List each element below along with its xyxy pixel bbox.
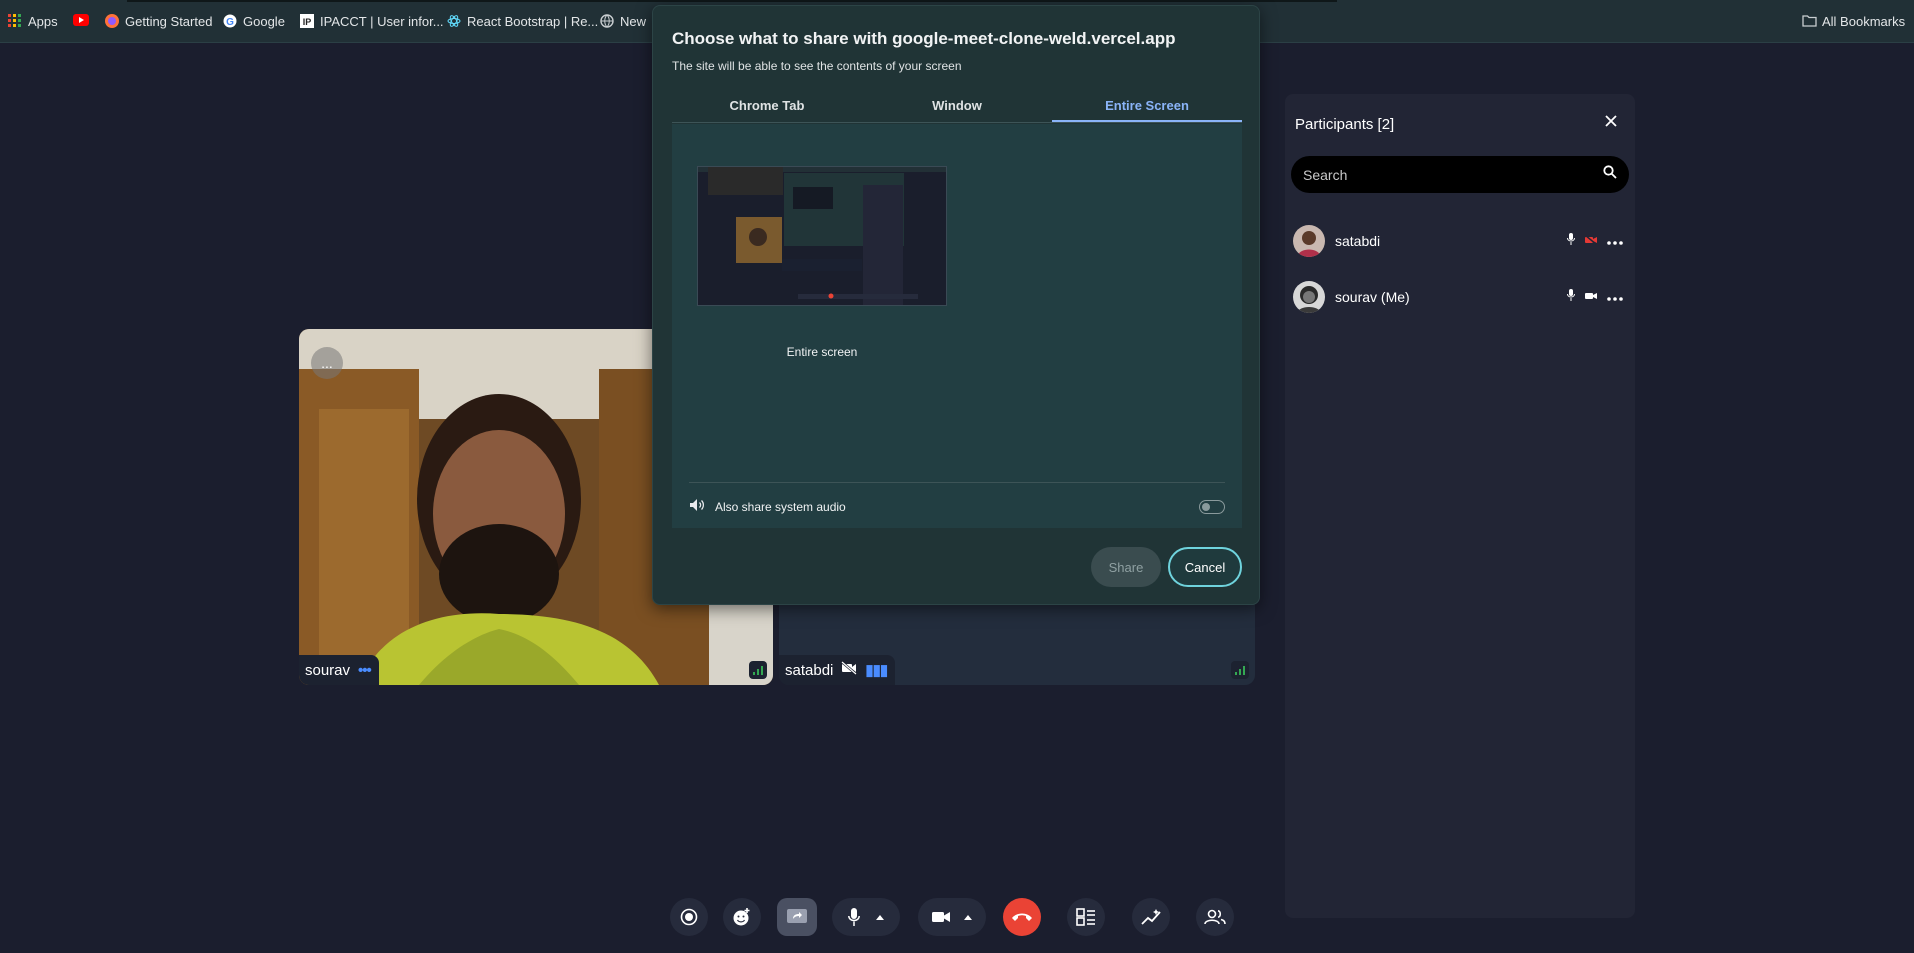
camera-control[interactable] xyxy=(918,898,986,936)
tile-options-label: ... xyxy=(321,355,333,371)
name-tag: satabdi ▮▮▮ xyxy=(779,655,896,685)
sparkle-trend-icon xyxy=(1141,909,1161,925)
end-call-icon xyxy=(1012,913,1032,921)
record-icon xyxy=(680,908,698,926)
reactions-button[interactable] xyxy=(723,898,761,936)
bookmark-label: New xyxy=(620,13,647,29)
participant-search xyxy=(1291,156,1629,193)
search-icon[interactable] xyxy=(1603,165,1617,184)
speaking-indicator-icon: ••• xyxy=(358,661,372,679)
microphone-icon xyxy=(848,908,860,926)
bookmark-label: IPACCT | User infor... xyxy=(320,13,444,29)
participant-name: satabdi xyxy=(1335,233,1381,249)
participant-name: sourav (Me) xyxy=(1335,289,1410,305)
divider xyxy=(689,482,1225,483)
tab-chrome-tab[interactable]: Chrome Tab xyxy=(672,90,862,122)
screen-preview xyxy=(698,167,946,305)
ip-icon: IP xyxy=(300,14,314,28)
camera-off-icon xyxy=(841,661,858,679)
signal-strength-icon xyxy=(1231,661,1249,679)
participant-name: satabdi xyxy=(785,661,834,679)
signal-strength-icon xyxy=(749,661,767,679)
avatar xyxy=(1293,225,1325,257)
people-icon xyxy=(1204,909,1226,925)
tile-options-button[interactable]: ... xyxy=(311,347,343,379)
camera-off-icon[interactable] xyxy=(1584,232,1598,250)
dialog-subtitle: The site will be able to see the content… xyxy=(672,59,962,73)
share-source-list: Entire screen Also share system audio xyxy=(672,124,1242,528)
bookmark-apps[interactable]: Apps xyxy=(8,11,58,31)
participants-panel: Participants [2] satabdi sour xyxy=(1285,94,1635,918)
search-input[interactable] xyxy=(1303,166,1603,183)
participant-row-sourav: sourav (Me) xyxy=(1293,280,1623,314)
bookmark-label: React Bootstrap | Re... xyxy=(467,13,599,29)
bookmark-label: Google xyxy=(243,13,285,29)
speaking-indicator-icon: ▮▮▮ xyxy=(865,662,888,679)
system-audio-row: Also share system audio xyxy=(689,492,1225,522)
name-tag: sourav ••• xyxy=(299,655,379,685)
share-button[interactable]: Share xyxy=(1091,547,1161,587)
microphone-icon[interactable] xyxy=(1567,288,1575,306)
bookmark-label: Apps xyxy=(28,13,58,29)
end-call-button[interactable] xyxy=(1003,898,1041,936)
close-icon[interactable] xyxy=(1605,114,1617,132)
camera-icon xyxy=(932,912,950,922)
emoji-add-icon xyxy=(733,908,750,926)
speaker-icon xyxy=(689,498,705,517)
effects-button[interactable] xyxy=(1132,898,1170,936)
microphone-control[interactable] xyxy=(832,898,900,936)
participants-button[interactable] xyxy=(1196,898,1234,936)
dialog-title: Choose what to share with google-meet-cl… xyxy=(672,29,1176,48)
participant-row-satabdi: satabdi xyxy=(1293,224,1623,258)
participant-name: sourav xyxy=(305,661,351,679)
entire-screen-label: Entire screen xyxy=(786,345,858,359)
present-screen-button[interactable] xyxy=(777,898,817,936)
bookmark-google[interactable]: G Google xyxy=(223,11,285,31)
bookmark-new[interactable]: New xyxy=(600,11,646,31)
screen-share-dialog: Choose what to share with google-meet-cl… xyxy=(652,5,1260,605)
entire-screen-thumbnail[interactable] xyxy=(697,166,947,306)
caret-up-icon[interactable] xyxy=(876,914,884,920)
svg-text:G: G xyxy=(226,17,234,28)
microphone-icon[interactable] xyxy=(1567,232,1575,250)
present-screen-icon xyxy=(787,909,807,923)
camera-icon[interactable] xyxy=(1585,288,1597,306)
layout-button[interactable] xyxy=(1067,898,1105,936)
globe-icon xyxy=(600,14,614,28)
record-button[interactable] xyxy=(670,898,708,936)
apps-grid-icon xyxy=(8,14,22,28)
bookmark-label: Getting Started xyxy=(125,13,213,29)
more-options-icon[interactable] xyxy=(1607,232,1623,250)
avatar xyxy=(1293,281,1325,313)
firefox-icon xyxy=(105,14,119,28)
system-audio-toggle[interactable] xyxy=(1199,500,1225,514)
folder-icon xyxy=(1802,14,1817,28)
bookmark-ipacct[interactable]: IP IPACCT | User infor... xyxy=(300,11,444,31)
more-options-icon[interactable] xyxy=(1607,288,1623,306)
all-bookmarks-label: All Bookmarks xyxy=(1822,13,1906,29)
tab-entire-screen[interactable]: Entire Screen xyxy=(1052,90,1242,122)
bookmark-getting-started[interactable]: Getting Started xyxy=(105,11,212,31)
youtube-icon xyxy=(73,14,89,28)
svg-text:IP: IP xyxy=(303,17,312,27)
cancel-button[interactable]: Cancel xyxy=(1168,547,1242,587)
google-icon: G xyxy=(223,14,237,28)
bookmark-youtube[interactable] xyxy=(73,11,89,31)
tab-strip-edge xyxy=(127,0,1337,2)
system-audio-label: Also share system audio xyxy=(715,500,846,514)
react-bootstrap-icon xyxy=(447,14,461,28)
caret-up-icon[interactable] xyxy=(964,914,972,920)
panel-title: Participants [2] xyxy=(1295,116,1395,133)
layout-list-icon xyxy=(1076,908,1095,926)
tab-window[interactable]: Window xyxy=(862,90,1052,122)
all-bookmarks[interactable]: All Bookmarks xyxy=(1802,11,1905,31)
share-source-tabs: Chrome Tab Window Entire Screen xyxy=(672,90,1242,123)
bookmark-react-bootstrap[interactable]: React Bootstrap | Re... xyxy=(447,11,598,31)
